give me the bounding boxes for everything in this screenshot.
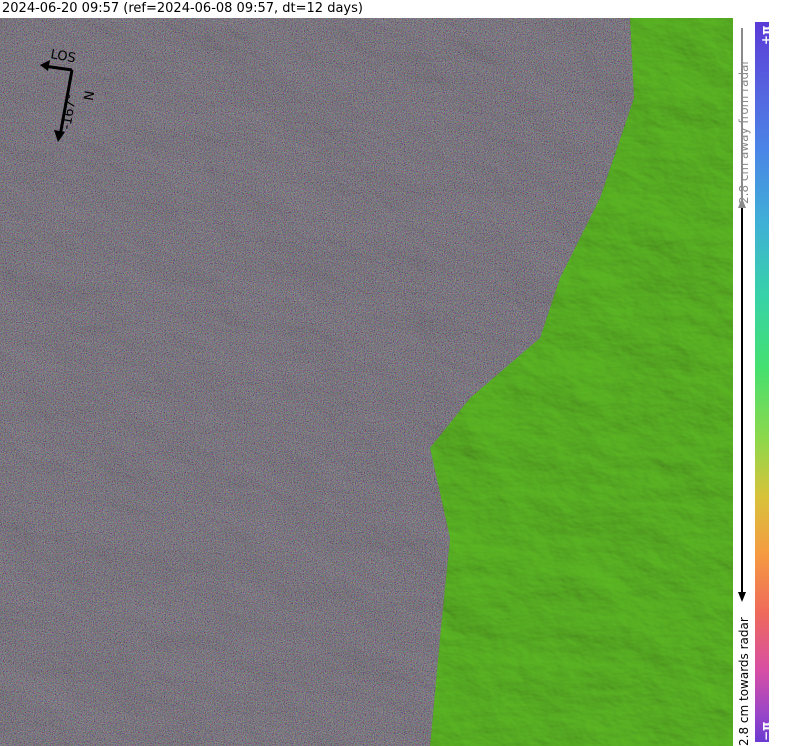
compass-indicator: LOS N -167° — [40, 47, 96, 142]
los-label: LOS — [49, 47, 76, 66]
towards-arrow-icon — [738, 592, 746, 602]
north-arrowhead-icon — [54, 130, 65, 142]
colorbar-bottom-label: −π — [759, 721, 773, 741]
image-title: 2024-06-20 09:57 (ref=2024-06-08 09:57, … — [0, 0, 785, 18]
away-from-radar-label: 2.8 cm away from radar — [737, 59, 751, 204]
north-label: N — [79, 89, 95, 101]
phase-colorbar — [755, 22, 769, 742]
colorbar-panel: +π −π 2.8 cm away from radar 2.8 cm towa… — [733, 18, 785, 746]
heading-label: -167° — [59, 93, 80, 131]
colorbar-top-label: +π — [759, 25, 773, 45]
towards-radar-label: 2.8 cm towards radar — [737, 617, 751, 746]
